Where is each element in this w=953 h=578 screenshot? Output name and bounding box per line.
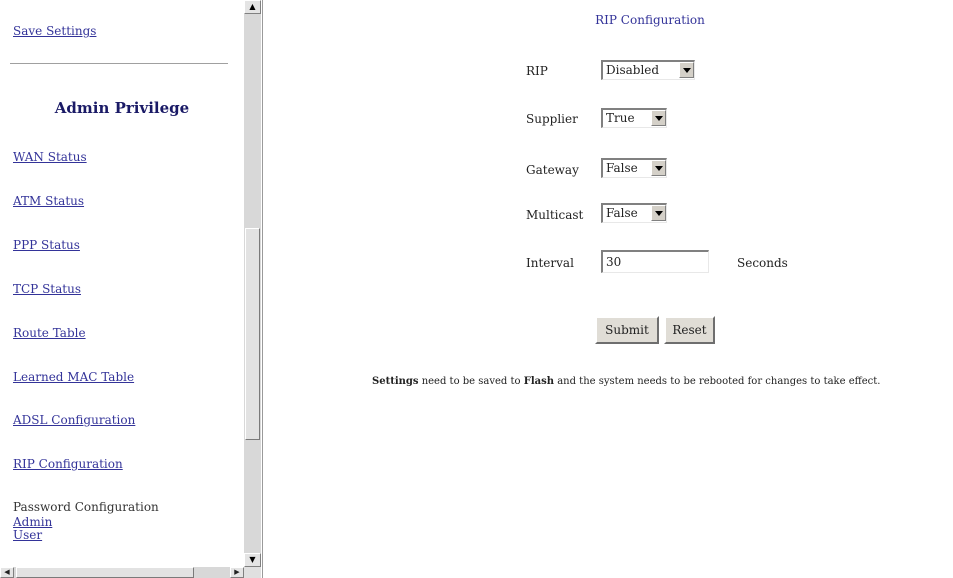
rip-select-value: Disabled (606, 63, 660, 77)
scroll-down-arrow-icon[interactable]: ▼ (244, 553, 261, 567)
nav-link-password-user[interactable]: User (13, 528, 42, 542)
save-reboot-notice: Settings need to be saved to Flash and t… (372, 376, 880, 387)
nav-vertical-scroll-thumb[interactable] (245, 228, 260, 440)
nav-horizontal-scroll-thumb[interactable] (16, 567, 194, 578)
nav-link-learned-mac-table[interactable]: Learned MAC Table (13, 370, 134, 384)
rip-dropdown-arrow-icon[interactable] (679, 62, 694, 78)
rip-select[interactable]: Disabled (601, 60, 695, 80)
page-title: RIP Configuration (595, 13, 705, 27)
nav-link-ppp-status[interactable]: PPP Status (13, 238, 80, 252)
supplier-dropdown-arrow-icon[interactable] (651, 110, 666, 126)
interval-input[interactable] (601, 250, 709, 273)
gateway-select-value: False (606, 161, 638, 175)
nav-link-adsl-configuration[interactable]: ADSL Configuration (13, 413, 135, 427)
multicast-select[interactable]: False (601, 203, 667, 223)
supplier-select[interactable]: True (601, 108, 667, 128)
nav-link-password-admin[interactable]: Admin (13, 515, 52, 529)
nav-link-tcp-status[interactable]: TCP Status (13, 282, 81, 296)
notice-text-2: and the system needs to be rebooted for … (554, 376, 881, 387)
nav-link-wan-status[interactable]: WAN Status (13, 150, 87, 164)
notice-text-1: need to be saved to (418, 376, 524, 387)
nav-link-atm-status[interactable]: ATM Status (13, 194, 84, 208)
interval-unit-label: Seconds (737, 256, 788, 270)
nav-vertical-scrollbar[interactable]: ▲ ▼ (244, 0, 261, 567)
submit-button[interactable]: Submit (595, 316, 659, 344)
save-settings-link[interactable]: Save Settings (13, 24, 96, 38)
scroll-up-arrow-icon[interactable]: ▲ (244, 0, 261, 14)
scroll-right-arrow-icon[interactable]: ▶ (230, 567, 244, 578)
gateway-dropdown-arrow-icon[interactable] (651, 160, 666, 176)
notice-settings-word: Settings (372, 376, 419, 387)
interval-label: Interval (526, 256, 574, 270)
notice-flash-word: Flash (523, 376, 555, 387)
nav-link-rip-configuration[interactable]: RIP Configuration (13, 457, 123, 471)
reset-button[interactable]: Reset (664, 316, 715, 344)
gateway-label: Gateway (526, 163, 579, 177)
multicast-select-value: False (606, 206, 638, 220)
scrollbar-corner (244, 567, 261, 578)
scroll-left-arrow-icon[interactable]: ◀ (0, 567, 14, 578)
admin-privilege-heading: Admin Privilege (54, 99, 190, 117)
rip-label: RIP (526, 64, 548, 78)
gateway-select[interactable]: False (601, 158, 667, 178)
nav-divider (10, 63, 228, 65)
multicast-dropdown-arrow-icon[interactable] (651, 205, 666, 221)
navigation-frame: Save Settings Admin Privilege WAN Status… (0, 0, 263, 578)
nav-link-route-table[interactable]: Route Table (13, 326, 86, 340)
password-configuration-label: Password Configuration (13, 500, 159, 514)
supplier-label: Supplier (526, 112, 578, 126)
multicast-label: Multicast (526, 208, 584, 222)
supplier-select-value: True (606, 111, 635, 125)
nav-horizontal-scrollbar[interactable]: ◀ ▶ (0, 567, 244, 578)
